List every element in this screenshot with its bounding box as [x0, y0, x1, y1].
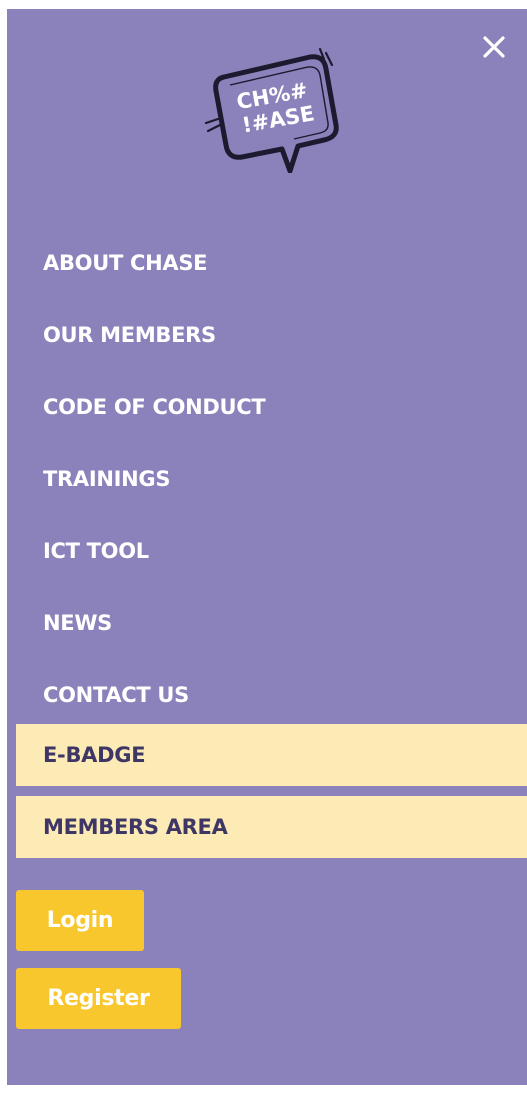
nav-item-our-members[interactable]: OUR MEMBERS: [7, 299, 527, 371]
nav-item-contact-us[interactable]: CONTACT US: [7, 659, 527, 731]
nav-item-code-of-conduct[interactable]: CODE OF CONDUCT: [7, 371, 527, 443]
close-menu-button[interactable]: [480, 33, 508, 61]
chase-logo[interactable]: CH%# !#ASE: [202, 45, 340, 173]
nav-item-trainings[interactable]: TRAININGS: [7, 443, 527, 515]
nav-item-members-area[interactable]: MEMBERS AREA: [16, 796, 527, 858]
mobile-menu-panel: CH%# !#ASE ABOUT CHASE OUR MEMBERS CODE …: [7, 9, 527, 1085]
close-icon: [483, 36, 505, 58]
nav-item-about-chase[interactable]: ABOUT CHASE: [7, 227, 527, 299]
register-button[interactable]: Register: [16, 968, 181, 1029]
nav-item-news[interactable]: NEWS: [7, 587, 527, 659]
nav-item-e-badge[interactable]: E-BADGE: [16, 724, 527, 786]
speech-bubble-logo-icon: CH%# !#ASE: [204, 47, 339, 173]
main-nav: ABOUT CHASE OUR MEMBERS CODE OF CONDUCT …: [7, 227, 527, 731]
login-button[interactable]: Login: [16, 890, 144, 951]
nav-item-ict-tool[interactable]: ICT TOOL: [7, 515, 527, 587]
